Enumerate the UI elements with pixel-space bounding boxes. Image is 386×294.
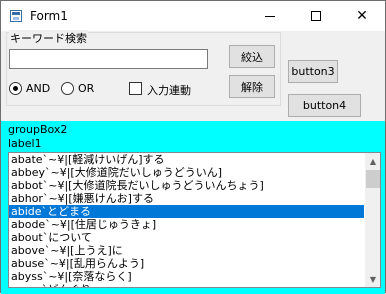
list-item[interactable]: abuse`~¥|[乱用らんよう]	[9, 257, 364, 270]
list-item[interactable]: abide`とどまる	[9, 205, 364, 218]
word-listbox[interactable]: abate`~¥|[軽減けいげん]する abbey`~¥|[大修道院だいしゅうどう…	[8, 152, 381, 288]
input-sync-checkbox[interactable]	[129, 82, 142, 95]
list-item[interactable]: abyss`~¥|[奈落ならく]	[9, 270, 364, 283]
list-item[interactable]: abode`~¥|[住居じゅうきょ]	[9, 218, 364, 231]
or-radio[interactable]	[61, 82, 74, 95]
list-item[interactable]: abbey`~¥|[大修道院だいしゅうどういん]	[9, 166, 364, 179]
list-item[interactable]: abhor`~¥|[嫌悪けんお]する	[9, 192, 364, 205]
button4[interactable]: button4	[288, 94, 361, 117]
list-item[interactable]: abate`~¥|[軽減けいげん]する	[9, 153, 364, 166]
keyword-search-label: キーワード検索	[9, 30, 88, 46]
group-box-2-label: groupBox2	[8, 123, 68, 136]
minimize-icon	[265, 15, 275, 17]
or-radio-label[interactable]: OR	[78, 82, 94, 95]
search-input[interactable]	[9, 49, 208, 69]
button3[interactable]: button3	[288, 60, 338, 83]
list-items: abate`~¥|[軽減けいげん]する abbey`~¥|[大修道院だいしゅうどう…	[9, 153, 364, 287]
list-item[interactable]: abbot`~¥|[大修道院長だいしゅうどういんちょう]	[9, 179, 364, 192]
and-radio[interactable]	[9, 82, 22, 95]
input-sync-label[interactable]: 入力連動	[147, 82, 191, 98]
minimize-button[interactable]	[247, 1, 293, 31]
clear-button[interactable]: 解除	[229, 75, 275, 98]
list-item[interactable]: about`について	[9, 231, 364, 244]
scroll-up-icon[interactable]: ▲	[365, 153, 380, 169]
filter-button[interactable]: 絞込	[229, 45, 275, 68]
maximize-button[interactable]	[293, 1, 339, 31]
scroll-thumb[interactable]	[366, 170, 380, 188]
vertical-scrollbar[interactable]: ▲ ▼	[365, 153, 380, 287]
maximize-icon	[311, 11, 321, 21]
app-icon	[10, 10, 22, 22]
list-item[interactable]: acorn`どんぐり	[9, 283, 364, 287]
list-item[interactable]: above`~¥|[上うえ]に	[9, 244, 364, 257]
close-icon: ✕	[356, 8, 368, 24]
close-button[interactable]: ✕	[339, 1, 385, 31]
main-window: Form1 ✕ キーワード検索 絞込 解除 AND OR 入力連動 button…	[0, 0, 386, 294]
label1: label1	[8, 137, 42, 150]
and-radio-label[interactable]: AND	[26, 82, 50, 95]
window-title: Form1	[30, 9, 68, 23]
scroll-down-icon[interactable]: ▼	[365, 271, 380, 287]
title-bar[interactable]: Form1 ✕	[1, 1, 385, 31]
